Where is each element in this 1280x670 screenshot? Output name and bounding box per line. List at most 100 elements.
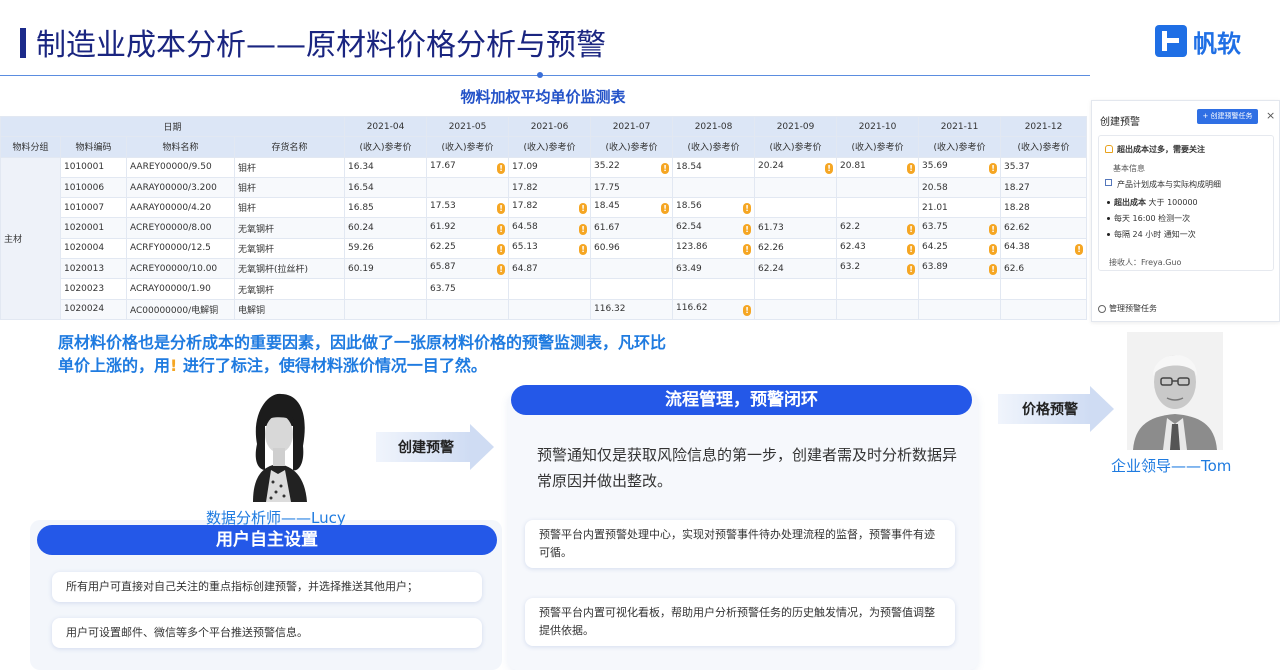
price-cell: 60.24 [344,217,428,239]
description-line-2: 单价上涨的，用! 进行了标注，使得材料涨价情况一目了然。 [58,354,798,377]
warning-icon: ! [661,162,670,174]
price-cell: 16.85 [344,197,428,219]
inventory-name-cell: 无氧钢杆 [233,217,346,239]
column-header[interactable]: 物料编码 [60,136,127,158]
schedule-line-2: 每隔 24 小时 通知一次 [1107,229,1196,240]
description-line-2a: 单价上涨的，用 [58,356,171,375]
price-cell: 62.62 [1000,217,1088,239]
page-title: 制造业成本分析——原材料价格分析与预警 [36,28,606,63]
description-line-2b: 进行了标注，使得材料涨价情况一目了然。 [177,356,487,375]
price-cell [508,298,592,320]
alert-card-title: 超出成本过多，需要关注 [1117,145,1205,154]
date-group-header: 日期 [0,115,346,138]
price-cell [426,298,510,320]
material-price-table: 日期 2021-04 2021-05 2021-06 2021-07 2021-08 202… [0,115,1088,320]
material-code-cell: 1020001 [60,217,127,239]
price-value: 16.85 [348,202,374,213]
price-value: 18.56 [676,201,702,212]
price-cell: 17.67! [426,156,510,178]
measure-header: (收入)参考价 [426,136,510,158]
price-cell: 65.13! [508,237,592,260]
price-cell: 35.69! [918,156,1002,178]
price-cell: 20.24! [754,156,838,178]
alert-card[interactable]: 超出成本过多，需要关注 基本信息 产品计划成本与实际构成明细 超出成本 大于 1… [1098,135,1274,271]
material-name-cell: AAREY00000/9.50 [126,156,235,178]
table-row: 1020004 ACRFY00000/12.5 无氧钢杆 59.26 62.25! 65.… [1,237,1088,260]
column-header[interactable]: 物料名称 [126,136,235,158]
price-cell: 17.09 [508,156,592,178]
manage-alerts-label: 管理预警任务 [1109,304,1157,313]
price-cell: 21.01 [918,197,1002,219]
arrow-right-icon [470,424,494,470]
inventory-name-cell: 电解铜 [233,298,346,320]
price-value: 63.75 [430,284,456,295]
measure-header: (收入)参考价 [508,136,592,158]
user-settings-note-1: 所有用户可直接对自己关注的重点指标创建预警，并选择推送其他用户； [52,572,482,602]
section-label: 基本信息 [1113,164,1145,173]
material-code-cell: 1010006 [60,176,127,199]
price-value: 16.34 [348,162,374,173]
warning-icon: ! [743,203,752,215]
price-value: 18.45 [594,201,620,212]
price-cell: 64.38! [1000,237,1088,260]
price-value: 60.96 [594,243,620,254]
price-cell: 16.54 [344,176,428,199]
month-header: 2021-05 [426,115,510,138]
price-cell: 18.45! [590,197,674,219]
price-value: 60.24 [348,223,374,234]
inventory-name-cell: 钼杆 [233,197,346,219]
price-value: 17.67 [430,160,456,171]
process-management-text: 预警通知仅是获取风险信息的第一步，创建者需及时分析数据异常原因并做出整改。 [537,446,958,490]
create-alert-panel: 创建预警 + 创建预警任务 × 超出成本过多，需要关注 基本信息 产品计划成本与… [1091,100,1280,322]
price-cell: 62.26 [754,237,838,260]
price-cell: 64.25! [918,237,1002,260]
header-divider [0,75,1090,76]
price-cell: 61.73 [754,217,838,239]
warning-icon: ! [497,203,506,215]
inventory-name-cell: 无氧钢杆 [233,237,346,260]
create-alert-task-button[interactable]: + 创建预警任务 [1197,109,1258,124]
price-value: 35.69 [922,160,948,171]
measure-header: (收入)参考价 [590,136,674,158]
logo-icon [1155,25,1187,57]
leader-portrait [1127,332,1223,450]
price-value: 35.22 [594,160,620,171]
price-value: 62.6 [1004,263,1025,274]
warning-icon: ! [661,203,670,215]
header-divider-dot [537,72,543,78]
price-cell [836,197,920,219]
material-code-cell: 1020013 [60,258,127,280]
close-icon[interactable]: × [1266,109,1275,122]
price-cell [590,258,674,280]
price-value: 116.32 [594,304,626,315]
material-name-cell: ACRFY00000/12.5 [126,237,235,260]
inventory-name-cell: 钼杆 [233,176,346,199]
material-code-cell: 1020004 [60,237,127,260]
price-value: 61.73 [758,223,784,234]
price-cell [754,278,838,300]
rule-value: 大于 100000 [1148,198,1198,207]
price-value: 62.25 [430,241,456,252]
warning-icon: ! [497,264,506,276]
price-value: 18.54 [676,162,702,173]
warning-icon: ! [579,243,588,255]
price-cell [672,176,756,199]
material-name-cell: AARAY00000/4.20 [126,197,235,219]
price-cell: 63.2! [836,258,920,280]
price-value: 63.49 [676,263,702,274]
material-code-cell: 1020024 [60,298,127,320]
material-code-cell: 1010001 [60,156,127,178]
measure-header: (收入)参考价 [918,136,1002,158]
price-value: 62.54 [676,221,702,232]
column-header[interactable]: 物料分组 [0,136,61,158]
logo-text: 帆软 [1193,29,1241,58]
table-row: 1020024 AC00000000/电解铜 电解铜 116.32 116.62! [1,298,1088,320]
inventory-name-cell: 无氧钢杆 [233,278,346,300]
column-header[interactable]: 存货名称 [233,136,346,158]
warning-icon: ! [989,223,998,235]
price-value: 20.24 [758,160,784,171]
manage-alerts-link[interactable]: 管理预警任务 [1098,303,1157,314]
month-header: 2021-04 [344,115,428,138]
price-cell: 63.49 [672,258,756,280]
create-alert-arrow: 创建预警 [376,424,494,470]
